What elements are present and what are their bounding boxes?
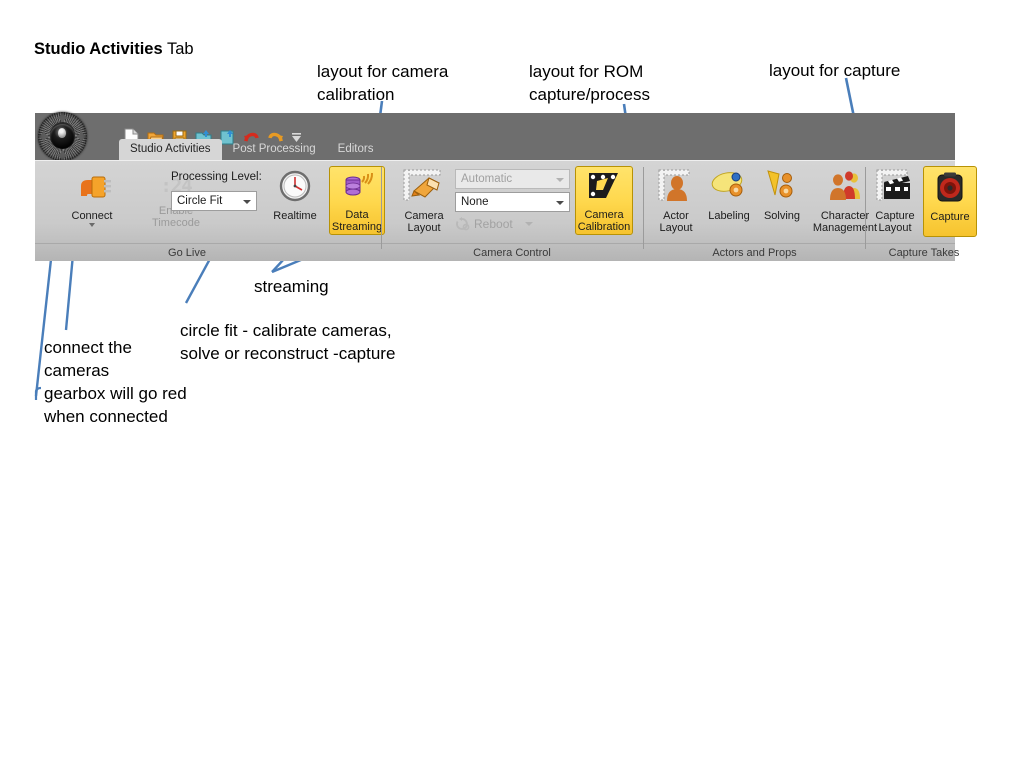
reboot-icon	[455, 217, 470, 231]
ribbon-window: Studio Activities Post Processing Editor…	[35, 112, 977, 261]
capture-button-label: Capture	[930, 211, 970, 223]
data-streaming-icon	[339, 170, 375, 207]
processing-level-value: Circle Fit	[177, 195, 223, 207]
camera-sync-value: None	[461, 196, 489, 208]
camera-layout-icon	[403, 169, 445, 208]
capture-camera-icon	[933, 172, 967, 209]
reboot-button[interactable]: Reboot	[455, 217, 570, 231]
ribbon-group-capture-takes: Capture Layout Capture Capture Takes	[869, 161, 977, 261]
page-title-rest: Tab	[162, 40, 194, 58]
group-separator-3	[865, 167, 866, 249]
reboot-button-label: Reboot	[474, 217, 513, 231]
anno-circle-fit: circle fit - calibrate cameras, solve or…	[180, 321, 396, 363]
page-title-bold: Studio Activities	[34, 40, 163, 58]
labeling-button[interactable]: Labeling	[701, 169, 757, 222]
processing-level-chevron-down-icon[interactable]	[243, 200, 251, 204]
data-streaming-button[interactable]: Data Streaming	[329, 166, 385, 235]
page-title: Studio Activities Tab	[34, 40, 194, 59]
group-separator-2	[643, 167, 644, 249]
anno-connect: connect the cameras	[44, 338, 132, 380]
capture-layout-icon	[876, 169, 914, 208]
tab-post-processing[interactable]: Post Processing	[222, 139, 327, 160]
tab-studio-activities[interactable]: Studio Activities	[119, 139, 222, 160]
group-label-camera-control: Camera Control	[473, 247, 551, 259]
camera-layout-button-label: Camera Layout	[404, 210, 444, 234]
labeling-button-label: Labeling	[708, 210, 750, 222]
group-separator-1	[381, 167, 382, 249]
processing-level-combo[interactable]: Circle Fit	[171, 191, 257, 211]
camera-mode-combo[interactable]: Automatic	[455, 169, 570, 189]
capture-button[interactable]: Capture	[923, 166, 977, 237]
realtime-button[interactable]: Realtime	[267, 169, 323, 222]
group-label-go-live: Go Live	[168, 247, 206, 259]
tab-editors[interactable]: Editors	[327, 139, 385, 160]
connect-button[interactable]: Connect	[59, 169, 125, 227]
camera-sync-chevron-down-icon[interactable]	[556, 201, 564, 205]
data-streaming-button-label: Data Streaming	[331, 209, 383, 233]
actor-layout-button[interactable]: Actor Layout	[651, 169, 701, 234]
character-management-button-label: Character Management	[812, 210, 878, 234]
connect-button-label: Connect	[71, 210, 113, 222]
ribbon-group-actors-and-props: Actor Layout Labeling Solving Character …	[647, 161, 877, 261]
camera-mode-value: Automatic	[461, 173, 513, 185]
ribbon-tabs: Studio Activities Post Processing Editor…	[119, 138, 384, 160]
ribbon-group-camera-control: Camera Layout Automatic None Reboot Came…	[387, 161, 637, 261]
camera-calibration-button[interactable]: Camera Calibration	[575, 166, 633, 235]
character-management-icon	[824, 169, 866, 208]
group-label-capture-takes: Capture Takes	[888, 247, 960, 259]
connect-plug-icon	[72, 169, 112, 208]
labeling-icon	[708, 169, 750, 208]
anno-rom-capture: layout for ROM capture/process	[529, 62, 650, 104]
anno-capture: layout for capture	[769, 61, 901, 80]
realtime-button-label: Realtime	[273, 210, 317, 222]
group-label-actors-and-props: Actors and Props	[712, 247, 797, 259]
anno-gearbox: gearbox will go red when connected	[44, 384, 187, 426]
capture-layout-button[interactable]: Capture Layout	[869, 169, 921, 234]
anno-streaming: streaming	[254, 277, 329, 296]
quick-access-toolbar-strip: Studio Activities Post Processing Editor…	[35, 112, 955, 161]
solving-button-label: Solving	[763, 210, 801, 222]
ribbon-body: Connect :24 Enable Timecode Processing L…	[35, 160, 977, 261]
processing-level-label: Processing Level:	[171, 171, 262, 183]
application-logo-icon	[50, 124, 75, 149]
actor-layout-button-label: Actor Layout	[659, 210, 693, 234]
camera-calibration-icon	[584, 170, 624, 207]
camera-calibration-button-label: Camera Calibration	[577, 209, 631, 233]
solving-button[interactable]: Solving	[757, 169, 807, 222]
connect-chevron-down-icon[interactable]	[89, 223, 95, 227]
solving-icon	[763, 169, 801, 208]
capture-layout-button-label: Capture Layout	[875, 210, 915, 234]
camera-mode-chevron-down-icon[interactable]	[556, 178, 564, 182]
application-menu-button[interactable]	[38, 112, 87, 161]
actor-layout-icon	[658, 169, 694, 208]
clock-icon	[277, 169, 313, 208]
camera-sync-combo[interactable]: None	[455, 192, 570, 212]
anno-camera-calibration: layout for camera calibration	[317, 62, 449, 104]
reboot-chevron-down-icon[interactable]	[524, 222, 533, 226]
ribbon-group-go-live: Connect :24 Enable Timecode Processing L…	[47, 161, 385, 261]
camera-layout-button[interactable]: Camera Layout	[395, 169, 453, 234]
